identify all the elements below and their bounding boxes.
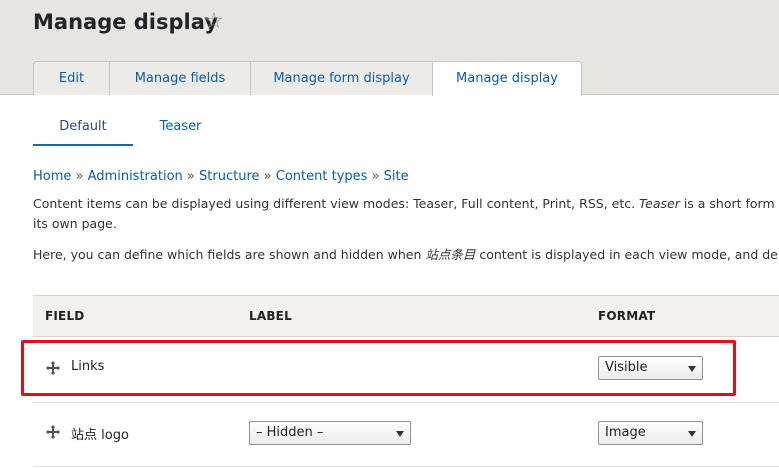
drag-handle-icon[interactable] — [45, 424, 61, 440]
tab-edit[interactable]: Edit — [33, 61, 110, 95]
format-select-value: Image — [605, 425, 646, 440]
format-select-value: Visible — [605, 360, 648, 375]
format-select[interactable]: Visible — [598, 356, 703, 380]
subtab-teaser[interactable]: Teaser — [143, 116, 218, 138]
format-select[interactable]: Image — [598, 421, 703, 445]
description-emphasis: Teaser — [639, 196, 680, 211]
table-row: 站点 logo – Hidden – Image — [33, 403, 779, 467]
breadcrumb-separator: » — [371, 169, 380, 184]
tab-manage-display[interactable]: Manage display — [432, 61, 582, 96]
field-name: Links — [71, 359, 105, 374]
tab-manage-fields[interactable]: Manage fields — [109, 61, 251, 95]
breadcrumb-separator: » — [263, 169, 272, 184]
breadcrumb-separator: » — [75, 169, 84, 184]
chevron-down-icon — [688, 366, 696, 372]
breadcrumb-structure[interactable]: Structure — [199, 169, 259, 184]
description-text: Here, you can define which fields are sh… — [33, 247, 426, 262]
breadcrumb: Home » Administration » Structure » Cont… — [33, 169, 409, 184]
label-select-value: – Hidden – — [256, 425, 324, 440]
page-header: Manage display ☆ Edit Manage fields Mana… — [0, 0, 779, 96]
drag-handle-icon[interactable] — [45, 360, 61, 376]
column-header-label: LABEL — [249, 309, 292, 323]
description-line-3: Here, you can define which fields are sh… — [33, 245, 778, 265]
chevron-down-icon — [688, 431, 696, 437]
star-icon[interactable]: ☆ — [204, 9, 224, 34]
page-title: Manage display — [33, 10, 218, 34]
tab-manage-form-display[interactable]: Manage form display — [250, 61, 433, 95]
subtab-default[interactable]: Default — [33, 116, 133, 146]
breadcrumb-administration[interactable]: Administration — [88, 169, 183, 184]
breadcrumb-separator: » — [186, 169, 195, 184]
table-row: Links Visible — [33, 337, 779, 403]
breadcrumb-content-types[interactable]: Content types — [276, 169, 368, 184]
label-select[interactable]: – Hidden – — [249, 421, 411, 445]
column-header-field: FIELD — [45, 309, 85, 323]
field-name: 站点 logo — [71, 428, 129, 443]
column-header-format: FORMAT — [598, 309, 656, 323]
description-text: is a short form — [679, 196, 775, 211]
description-line-2: its own page. — [33, 216, 117, 231]
table-header: FIELD LABEL FORMAT — [33, 295, 779, 337]
breadcrumb-home[interactable]: Home — [33, 169, 71, 184]
description-text: Content items can be displayed using dif… — [33, 196, 640, 211]
breadcrumb-site[interactable]: Site — [384, 169, 409, 184]
description-line-1: Content items can be displayed using dif… — [33, 194, 775, 214]
description-text: content is displayed in each view mode, … — [475, 247, 778, 262]
description-emphasis: 站点条目 — [425, 247, 476, 262]
chevron-down-icon — [396, 431, 404, 437]
